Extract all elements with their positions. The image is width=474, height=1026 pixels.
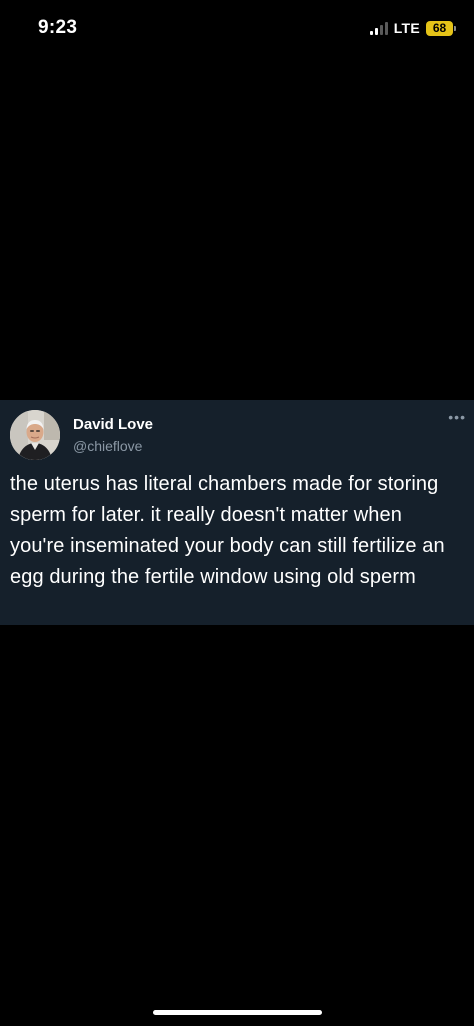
network-type: LTE (393, 20, 420, 36)
status-bar: 9:23 LTE 68 (0, 0, 474, 58)
screen: 9:23 LTE 68 David Love @chieflove ••• th… (0, 0, 474, 1026)
author-handle[interactable]: @chieflove (73, 438, 142, 454)
status-indicators: LTE 68 (369, 20, 456, 36)
more-horizontal-icon[interactable]: ••• (448, 410, 466, 424)
author-name[interactable]: David Love (73, 416, 153, 433)
signal-bar (379, 24, 383, 35)
avatar[interactable] (10, 410, 60, 460)
tweet-card[interactable]: David Love @chieflove ••• the uterus has… (0, 400, 474, 625)
signal-bar (384, 21, 388, 35)
battery-cap (454, 25, 456, 31)
avatar-photo (10, 410, 60, 460)
battery-icon: 68 (426, 20, 456, 36)
battery-level: 68 (426, 20, 453, 36)
signal-bar (374, 27, 378, 35)
signal-bar (369, 30, 373, 35)
status-time: 9:23 (38, 17, 78, 38)
cellular-signal-icon (369, 21, 388, 35)
home-indicator[interactable] (153, 1010, 322, 1015)
tweet-text: the uterus has literal chambers made for… (10, 473, 445, 588)
